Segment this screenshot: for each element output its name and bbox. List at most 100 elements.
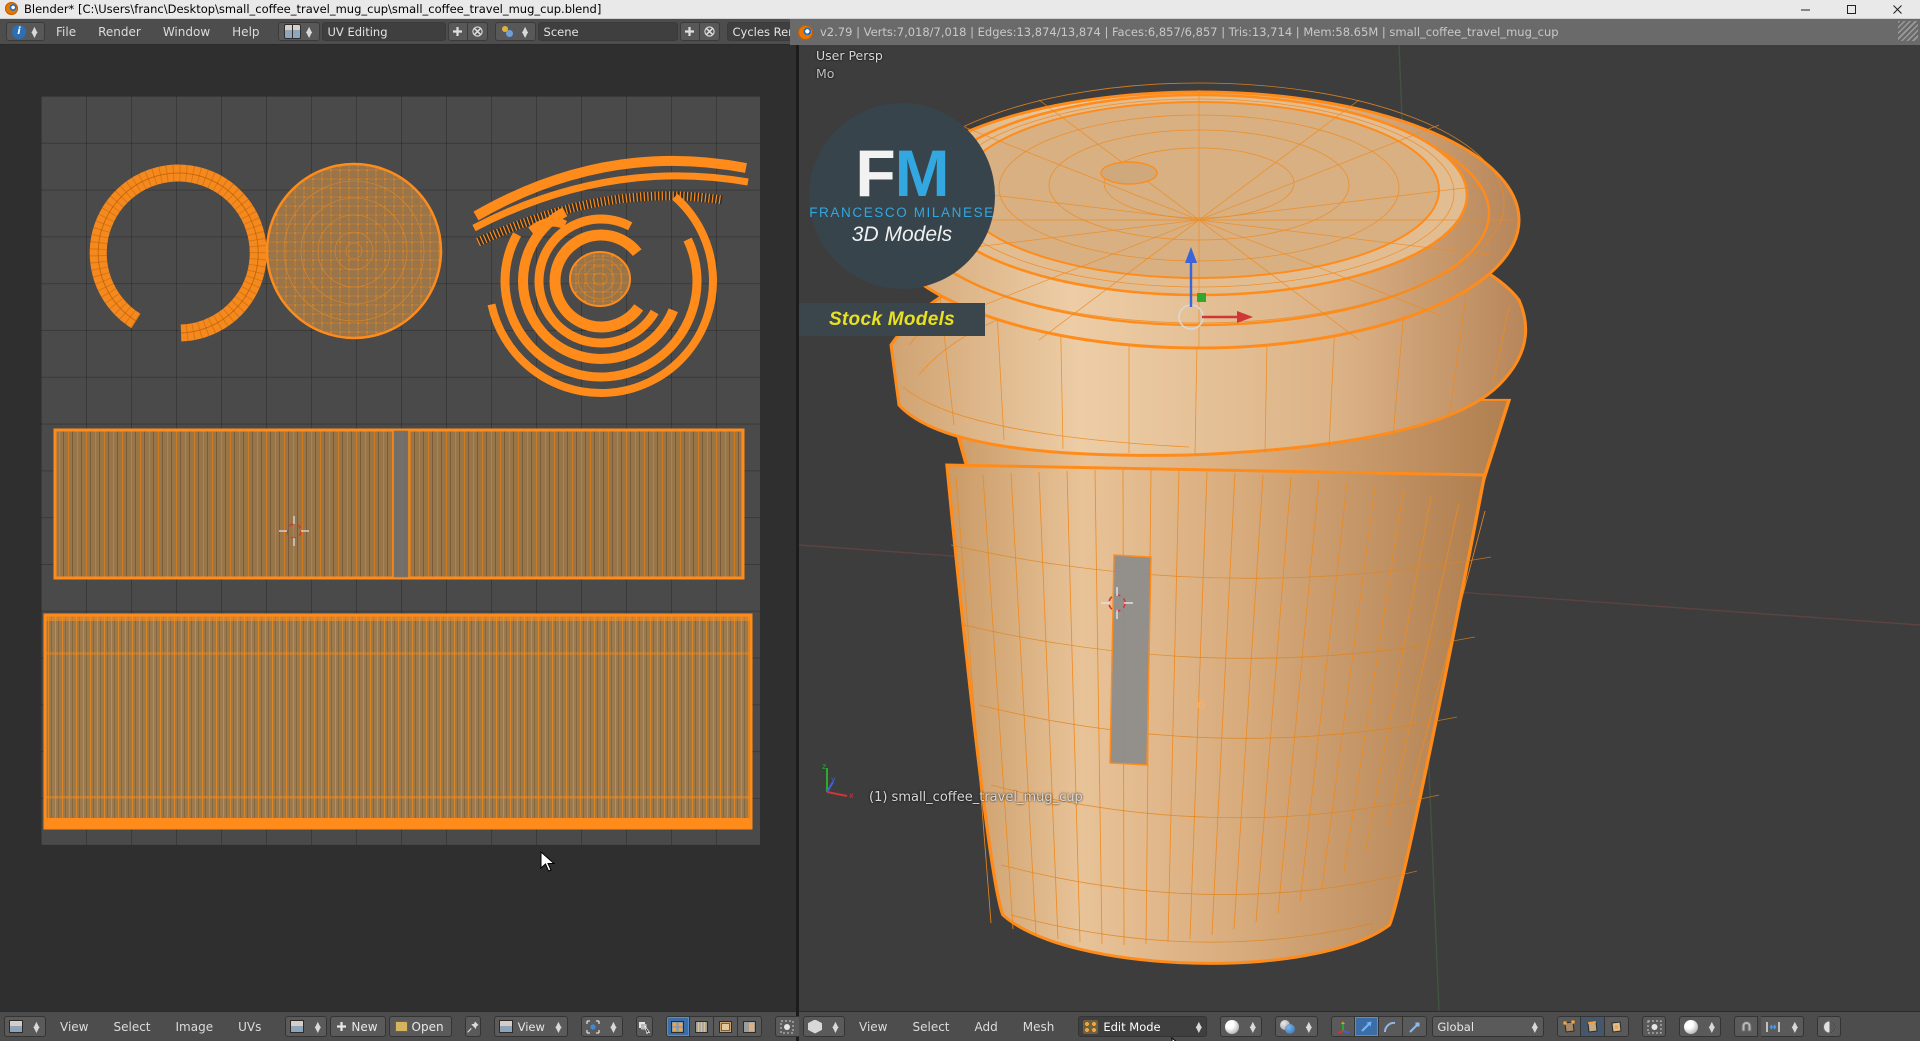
add-layout-button[interactable] — [447, 22, 468, 41]
proportional-edit-selector[interactable]: ▲ ▼ — [1679, 1016, 1722, 1037]
viewport-view-label: User Persp — [816, 48, 883, 63]
uv-pivot-point-selector[interactable]: ▲ ▼ — [580, 1016, 623, 1037]
stock-models-label: Stock Models — [828, 308, 956, 330]
uv-image-area[interactable] — [41, 96, 760, 845]
manipulator-toggle-button[interactable] — [1331, 1016, 1356, 1037]
window-resize-grip[interactable] — [1898, 21, 1918, 41]
open-image-label: Open — [411, 1019, 444, 1034]
pin-icon — [466, 1021, 479, 1033]
vertex-select-button[interactable] — [1557, 1016, 1582, 1037]
viewport-pivot-selector[interactable]: ▲ ▼ — [1275, 1016, 1319, 1037]
translate-manipulator-button[interactable] — [1355, 1016, 1380, 1037]
add-scene-button[interactable] — [679, 22, 700, 41]
scene-name-field[interactable]: Scene — [537, 22, 678, 41]
snap-element-button[interactable] — [1642, 1016, 1667, 1037]
watermark-initials: FM — [855, 140, 949, 206]
viewport-menu-select[interactable]: Select — [901, 1017, 960, 1037]
snap-target-selector[interactable]: ▲ ▼ — [1761, 1016, 1805, 1037]
view3d-editor-icon — [808, 1019, 822, 1034]
menu-help[interactable]: Help — [221, 22, 270, 42]
uv-menu-select[interactable]: Select — [102, 1017, 161, 1037]
work-area: ▲ ▼ View Select Image UVs ▲ ▼ New Open V… — [0, 45, 1920, 1041]
delete-layout-button[interactable] — [467, 22, 488, 41]
top-header-bar: i ▲ ▼ File Render Window Help ▲ ▼ UV Editi… — [0, 19, 1920, 45]
new-image-button[interactable]: New — [330, 1016, 386, 1037]
svg-text:z: z — [822, 762, 826, 771]
screen-layout-field[interactable]: UV Editing — [321, 22, 446, 41]
viewport-menu-mesh[interactable]: Mesh — [1012, 1017, 1066, 1037]
chevron-updown-icon: ▲▼ — [521, 24, 529, 39]
uv-face-mode-button[interactable] — [713, 1016, 738, 1037]
scene-actions — [679, 22, 720, 41]
transform-orientation-selector[interactable]: Global ▲ ▼ — [1432, 1016, 1545, 1037]
snap-magnet-button[interactable] — [1734, 1016, 1759, 1037]
chevron-updown-icon: ▲▼ — [555, 1019, 562, 1034]
edit-mode-icon — [1083, 1019, 1099, 1034]
viewport-object-label: (1) small_coffee_travel_mug_cup — [869, 790, 1083, 805]
chevron-updown-icon: ▲▼ — [31, 24, 38, 39]
uv-island-mode-button[interactable] — [737, 1016, 762, 1037]
uv-editor-type-selector[interactable]: ▲ ▼ — [4, 1016, 46, 1037]
edge-select-button[interactable] — [1581, 1016, 1606, 1037]
uv-edge-mode-icon — [694, 1020, 708, 1033]
uv-sticky-icon — [638, 1021, 651, 1034]
uv-layout-graphic — [43, 155, 753, 830]
face-select-button[interactable] — [1605, 1016, 1630, 1037]
minimize-button[interactable] — [1782, 0, 1828, 19]
interaction-mode-selector[interactable]: Edit Mode ▲ ▼ — [1078, 1016, 1208, 1037]
uv-select-mode-group — [665, 1016, 762, 1037]
stock-models-banner: Stock Models — [799, 303, 985, 336]
watermark-tagline: 3D Models — [851, 223, 953, 247]
watermark-f: F — [855, 135, 895, 210]
uv-sticky-selection-button[interactable] — [635, 1016, 653, 1037]
maximize-button[interactable] — [1828, 0, 1874, 19]
uv-menu-uvs[interactable]: UVs — [227, 1017, 272, 1037]
uv-face-mode-icon — [718, 1020, 732, 1033]
snap-target-icon — [1766, 1021, 1781, 1032]
uv-menu-view[interactable]: View — [49, 1017, 99, 1037]
uv-menu-image[interactable]: Image — [165, 1017, 225, 1037]
delete-scene-button[interactable] — [699, 22, 720, 41]
uv-view-mode-selector[interactable]: View ▲ ▼ — [493, 1016, 568, 1037]
uv-image-browse-button[interactable]: ▲ ▼ — [285, 1016, 328, 1037]
uv-vertex-mode-button[interactable] — [665, 1016, 690, 1037]
screen-layout-icon-button[interactable]: ▲ ▼ — [277, 22, 320, 41]
uv-vertex-mode-icon — [671, 1020, 685, 1033]
viewport-menu-view[interactable]: View — [848, 1017, 898, 1037]
viewport-shading-selector[interactable]: ▲ ▼ — [1220, 1016, 1263, 1037]
viewport-menu-add[interactable]: Add — [964, 1017, 1009, 1037]
chevron-updown-icon: ▲▼ — [1249, 1019, 1256, 1034]
render-preview-button[interactable] — [1817, 1016, 1842, 1037]
uv-island-band-upper — [53, 428, 745, 580]
menu-window[interactable]: Window — [152, 22, 221, 42]
vertex-select-icon — [1563, 1019, 1575, 1033]
editor-type-selector-info[interactable]: i ▲ ▼ — [6, 22, 45, 41]
watermark-m: M — [894, 135, 950, 210]
chevron-updown-icon: ▲▼ — [832, 1019, 839, 1034]
window-title-text: Blender* [C:\Users\franc\Desktop\small_c… — [24, 2, 602, 16]
image-editor-icon — [9, 1020, 23, 1033]
uv-pin-button[interactable] — [464, 1016, 481, 1037]
snap-closest-icon — [780, 1020, 794, 1033]
scene-icon-button[interactable]: ▲ ▼ — [494, 22, 536, 41]
uv-view-mode-label: View — [517, 1019, 545, 1034]
open-image-button[interactable]: Open — [388, 1016, 452, 1037]
mesh-select-mode-group — [1557, 1016, 1630, 1037]
scene-icon — [501, 24, 517, 39]
status-bar: v2.79 | Verts:7,018/7,018 | Edges:13,874… — [790, 19, 1920, 45]
scale-manipulator-button[interactable] — [1403, 1016, 1428, 1037]
uv-2d-cursor-icon — [279, 516, 309, 546]
menu-file[interactable]: File — [45, 22, 87, 42]
rotate-manipulator-button[interactable] — [1379, 1016, 1404, 1037]
uv-canvas[interactable] — [0, 45, 796, 1011]
uv-edge-mode-button[interactable] — [689, 1016, 714, 1037]
scene-name: Scene — [543, 24, 579, 39]
blender-status-icon — [798, 24, 813, 40]
menu-render[interactable]: Render — [87, 22, 152, 42]
viewport-editor-type-selector[interactable]: ▲ ▼ — [803, 1016, 845, 1037]
close-button[interactable] — [1874, 0, 1920, 19]
viewport-3d-pane: User Persp Mo (1) small_coffee_travel_mu… — [799, 45, 1920, 1041]
rotate-manipulator-icon — [1384, 1021, 1396, 1032]
chevron-updown-icon: ▲▼ — [1531, 1019, 1538, 1034]
interaction-mode-label: Edit Mode — [1103, 1019, 1161, 1034]
